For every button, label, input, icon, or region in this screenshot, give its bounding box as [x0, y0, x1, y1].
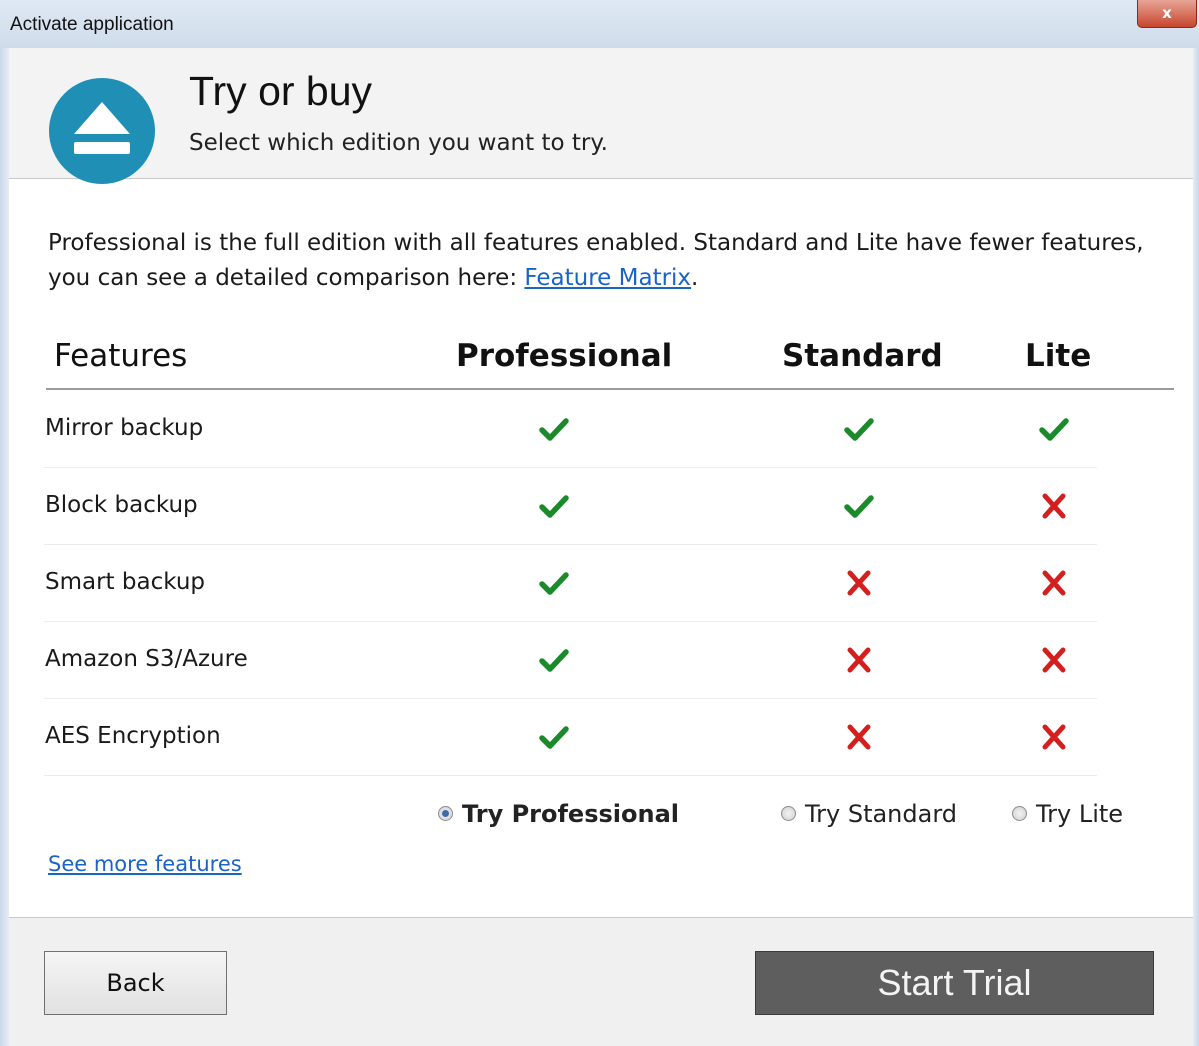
- eject-logo-icon: [49, 78, 155, 184]
- intro-text: Professional is the full edition with al…: [48, 226, 1158, 296]
- header-panel: Try or buy Select which edition you want…: [9, 48, 1193, 184]
- table-row: Smart backup: [44, 545, 1097, 622]
- try-professional-label: Try Professional: [462, 800, 679, 828]
- table-row: Block backup: [44, 468, 1097, 545]
- column-header-standard: Standard: [782, 338, 943, 374]
- window-frame-right: [1193, 48, 1199, 1046]
- radio-selected-icon: [438, 805, 453, 821]
- check-icon: [843, 490, 875, 522]
- check-icon: [538, 567, 570, 599]
- cross-icon: [1038, 721, 1070, 753]
- radio-unselected-icon: [781, 805, 796, 821]
- cross-icon: [1038, 567, 1070, 599]
- try-professional-radio[interactable]: Try Professional: [438, 800, 679, 828]
- window-frame-left: [0, 48, 9, 1046]
- try-standard-radio[interactable]: Try Standard: [781, 800, 957, 828]
- table-row: Mirror backup: [44, 391, 1097, 468]
- check-icon: [538, 413, 570, 445]
- feature-name: Smart backup: [45, 569, 206, 595]
- column-header-features: Features: [54, 338, 188, 374]
- check-icon: [1038, 413, 1070, 445]
- start-trial-button[interactable]: Start Trial: [755, 951, 1154, 1015]
- cross-icon: [1038, 490, 1070, 522]
- feature-name: Block backup: [45, 492, 198, 518]
- close-button[interactable]: x: [1137, 0, 1197, 28]
- radio-unselected-icon: [1012, 805, 1027, 821]
- column-header-lite: Lite: [1025, 338, 1092, 374]
- see-more-features-link[interactable]: See more features: [48, 852, 242, 876]
- table-header-divider: [46, 388, 1174, 390]
- feature-matrix-link[interactable]: Feature Matrix: [524, 265, 691, 291]
- cross-icon: [1038, 644, 1070, 676]
- check-icon: [538, 490, 570, 522]
- cross-icon: [843, 644, 875, 676]
- table-row: AES Encryption: [44, 699, 1097, 776]
- try-lite-radio[interactable]: Try Lite: [1012, 800, 1123, 828]
- back-button[interactable]: Back: [44, 951, 227, 1015]
- cross-icon: [843, 567, 875, 599]
- page-subtitle: Select which edition you want to try.: [189, 130, 608, 156]
- title-bar: Activate application x: [0, 0, 1199, 49]
- column-header-professional: Professional: [456, 338, 673, 374]
- feature-name: Mirror backup: [45, 415, 204, 441]
- intro-suffix: .: [691, 265, 699, 291]
- cross-icon: [843, 721, 875, 753]
- check-icon: [538, 721, 570, 753]
- feature-name: Amazon S3/Azure: [45, 646, 248, 672]
- window-title: Activate application: [10, 14, 174, 35]
- check-icon: [538, 644, 570, 676]
- table-row: Amazon S3/Azure: [44, 622, 1097, 699]
- try-standard-label: Try Standard: [805, 800, 958, 828]
- check-icon: [843, 413, 875, 445]
- page-title: Try or buy: [189, 68, 373, 114]
- feature-name: AES Encryption: [45, 723, 221, 749]
- try-lite-label: Try Lite: [1036, 800, 1124, 828]
